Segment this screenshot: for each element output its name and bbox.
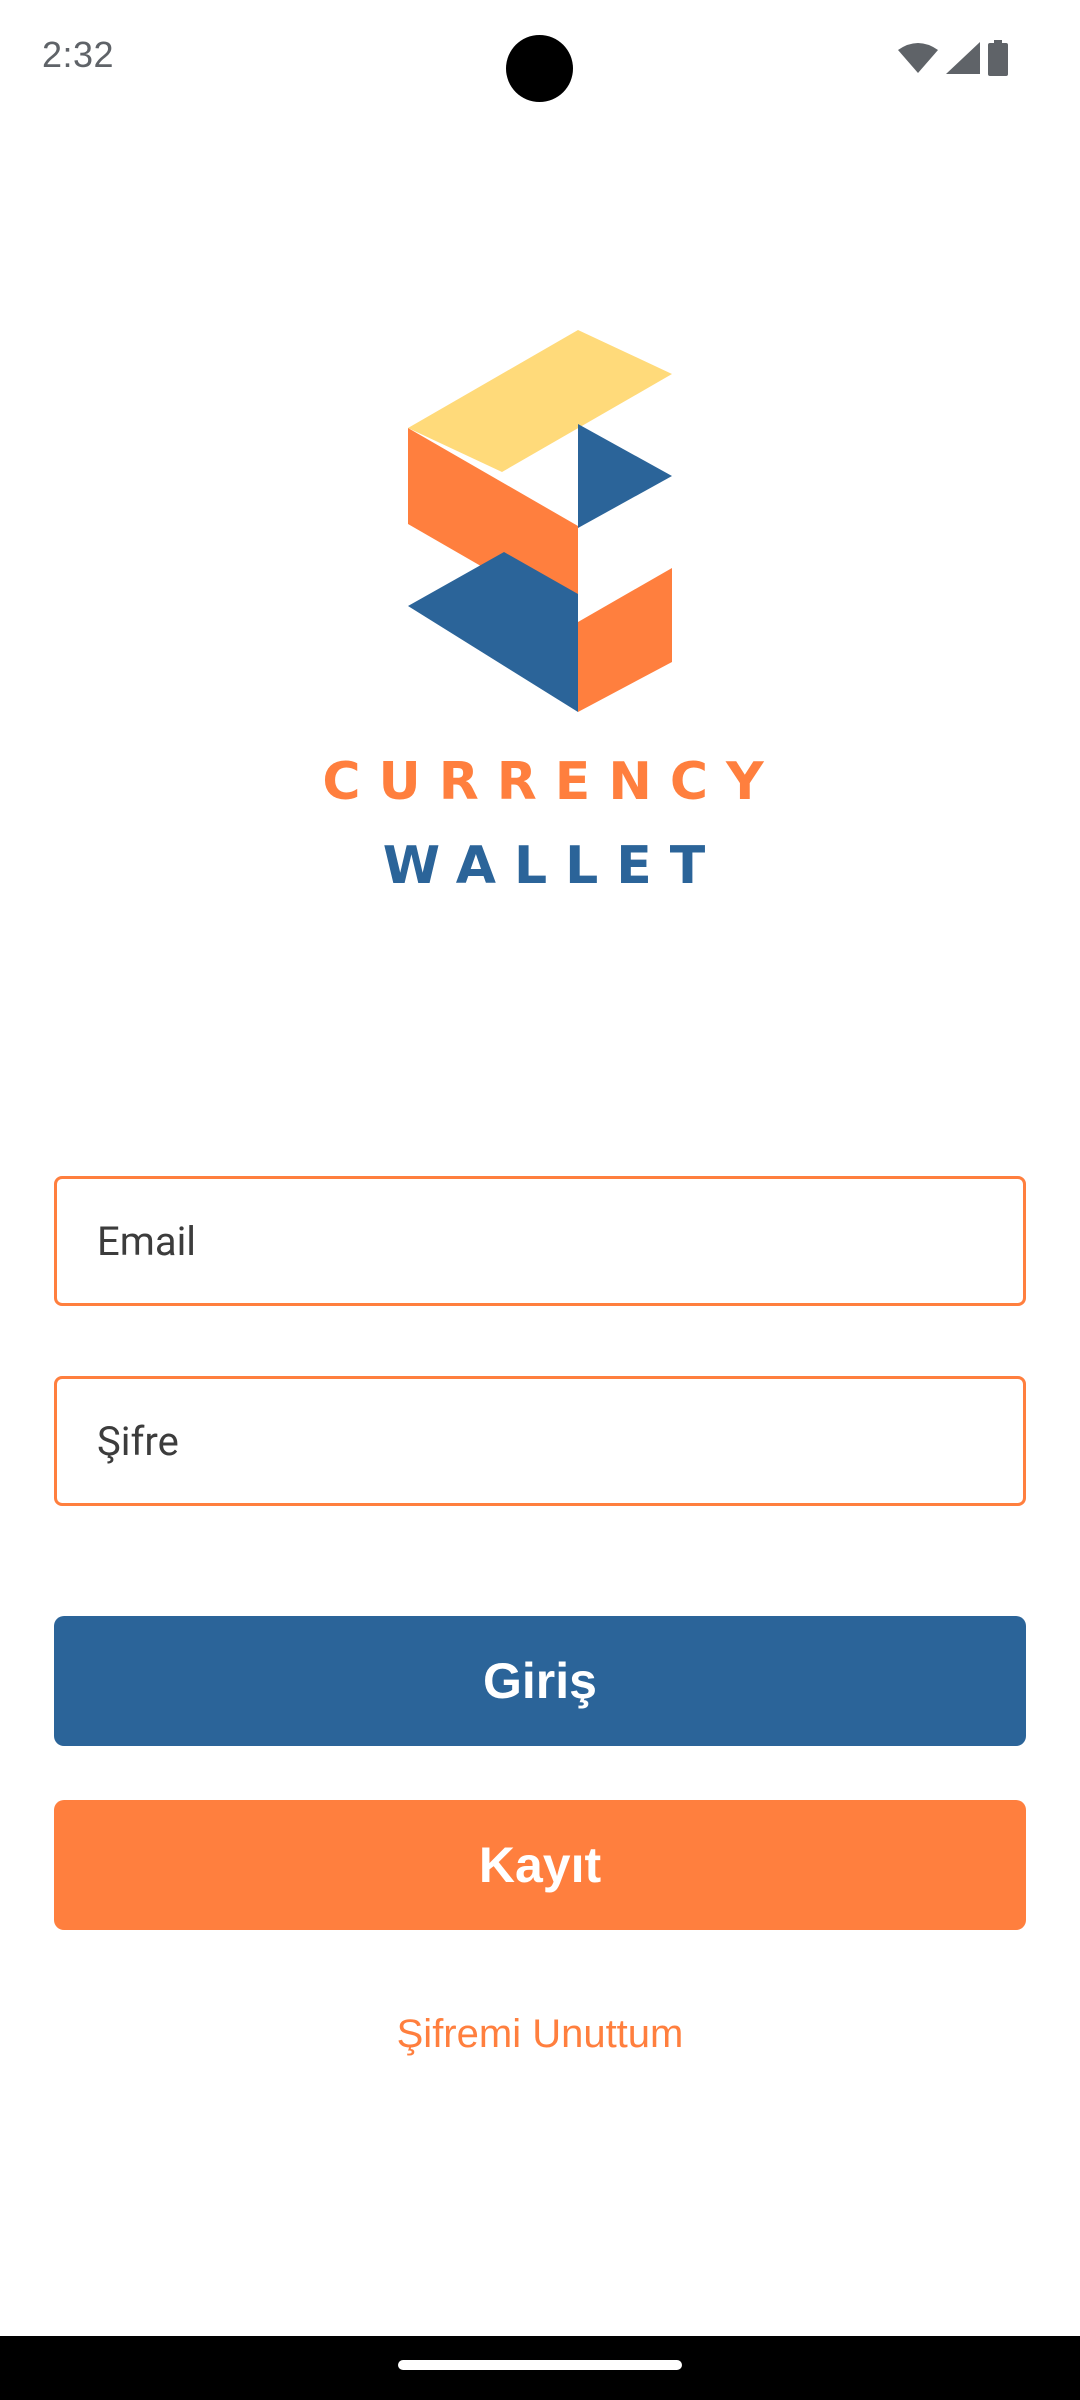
brand-name-currency: CURRENCY	[322, 752, 782, 812]
brand-name-wallet: WALLET	[382, 836, 724, 896]
register-button[interactable]: Kayıt	[54, 1800, 1026, 1930]
email-field[interactable]	[54, 1176, 1026, 1306]
app-logo	[0, 320, 1080, 740]
status-time: 2:32	[42, 34, 115, 75]
status-bar: 2:32	[0, 0, 1080, 120]
forgot-password-link[interactable]: Şifremi Unuttum	[0, 2012, 1080, 2057]
battery-icon	[988, 40, 1008, 76]
status-icons	[898, 40, 1008, 76]
camera-cutout	[506, 35, 573, 102]
password-field[interactable]	[54, 1376, 1026, 1506]
password-input[interactable]	[97, 1379, 977, 1503]
email-input[interactable]	[97, 1179, 977, 1303]
login-button[interactable]: Giriş	[54, 1616, 1026, 1746]
signal-icon	[946, 42, 980, 74]
gesture-handle[interactable]	[398, 2360, 682, 2370]
wifi-icon	[898, 43, 938, 73]
currency-wallet-logo	[408, 330, 672, 712]
